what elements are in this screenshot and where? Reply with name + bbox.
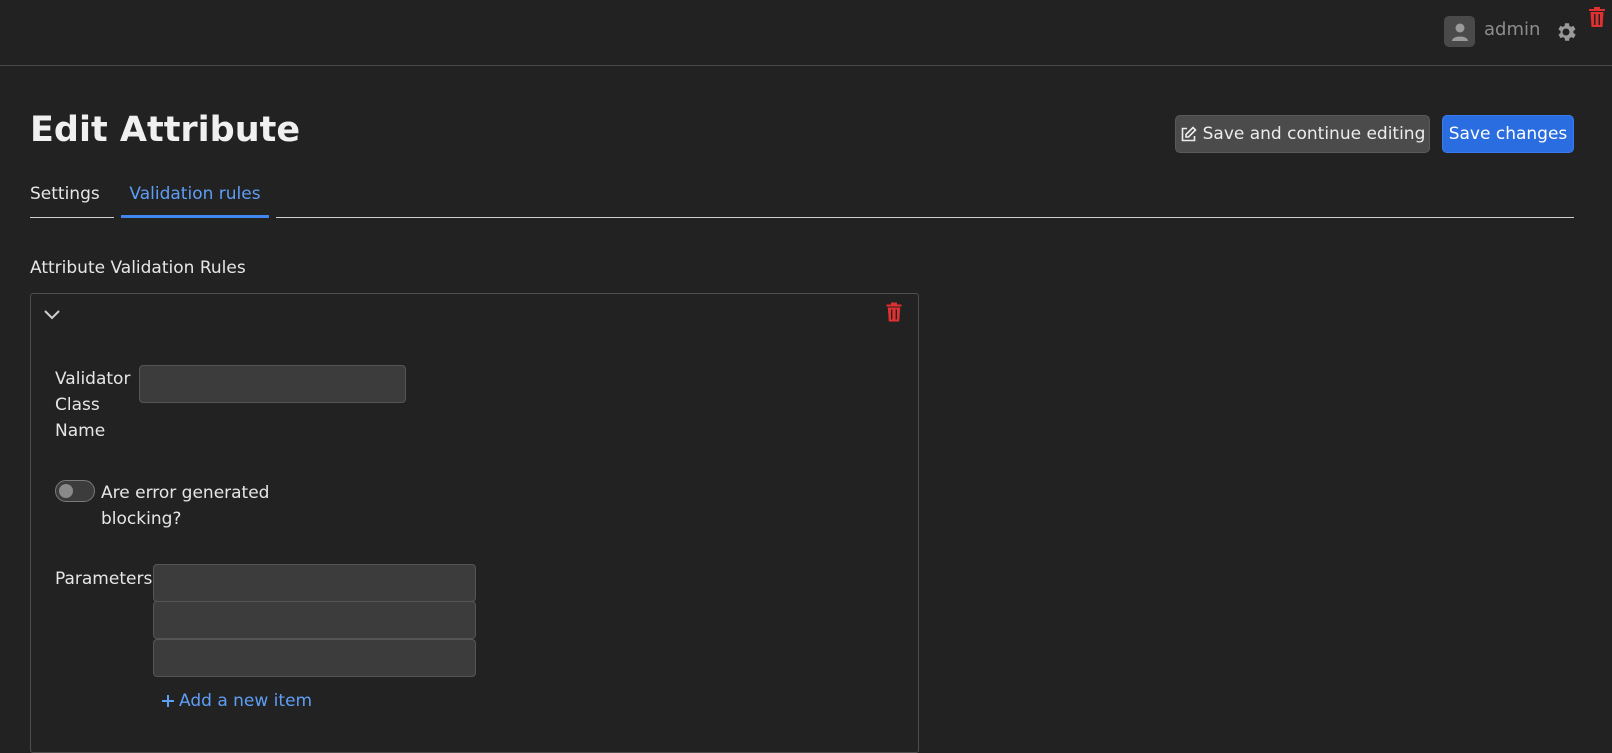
user-icon bbox=[1451, 23, 1468, 41]
chevron-down-icon[interactable] bbox=[42, 304, 62, 324]
parameter-input[interactable] bbox=[153, 564, 476, 602]
username[interactable]: admin bbox=[1484, 19, 1540, 40]
gear-icon[interactable] bbox=[1554, 20, 1578, 44]
add-new-item-label: Add a new item bbox=[179, 691, 313, 711]
edit-icon bbox=[1181, 125, 1197, 141]
blocking-toggle[interactable] bbox=[55, 480, 95, 502]
tab-separator bbox=[114, 214, 121, 220]
page-title: Edit Attribute bbox=[30, 110, 301, 150]
blocking-label: Are error generated blocking? bbox=[101, 483, 270, 529]
tab-validation-rules[interactable]: Validation rules bbox=[121, 178, 269, 218]
parameter-input[interactable] bbox=[153, 639, 476, 677]
trash-icon[interactable] bbox=[1588, 6, 1606, 28]
validator-class-name-label: Validator Class Name bbox=[55, 369, 131, 441]
tab-bar: Settings Validation rules bbox=[30, 178, 1574, 220]
parameters-label: Parameters bbox=[55, 569, 153, 589]
parameter-input[interactable] bbox=[153, 601, 476, 639]
save-and-continue-label: Save and continue editing bbox=[1202, 124, 1426, 144]
top-bar: admin bbox=[0, 0, 1612, 66]
section-label: Attribute Validation Rules bbox=[30, 258, 246, 278]
add-new-item-link[interactable]: Add a new item bbox=[161, 691, 312, 711]
delete-rule-icon[interactable] bbox=[886, 302, 902, 322]
tab-settings[interactable]: Settings bbox=[30, 178, 114, 218]
save-and-continue-button[interactable]: Save and continue editing bbox=[1175, 115, 1430, 153]
save-changes-button[interactable]: Save changes bbox=[1442, 115, 1574, 153]
tab-separator bbox=[269, 214, 276, 220]
validation-rule-panel: Validator Class Name Are error generated… bbox=[30, 293, 919, 753]
validator-class-name-input[interactable] bbox=[139, 365, 406, 403]
avatar[interactable] bbox=[1444, 16, 1475, 47]
toggle-knob bbox=[59, 484, 73, 498]
plus-icon bbox=[162, 695, 174, 707]
